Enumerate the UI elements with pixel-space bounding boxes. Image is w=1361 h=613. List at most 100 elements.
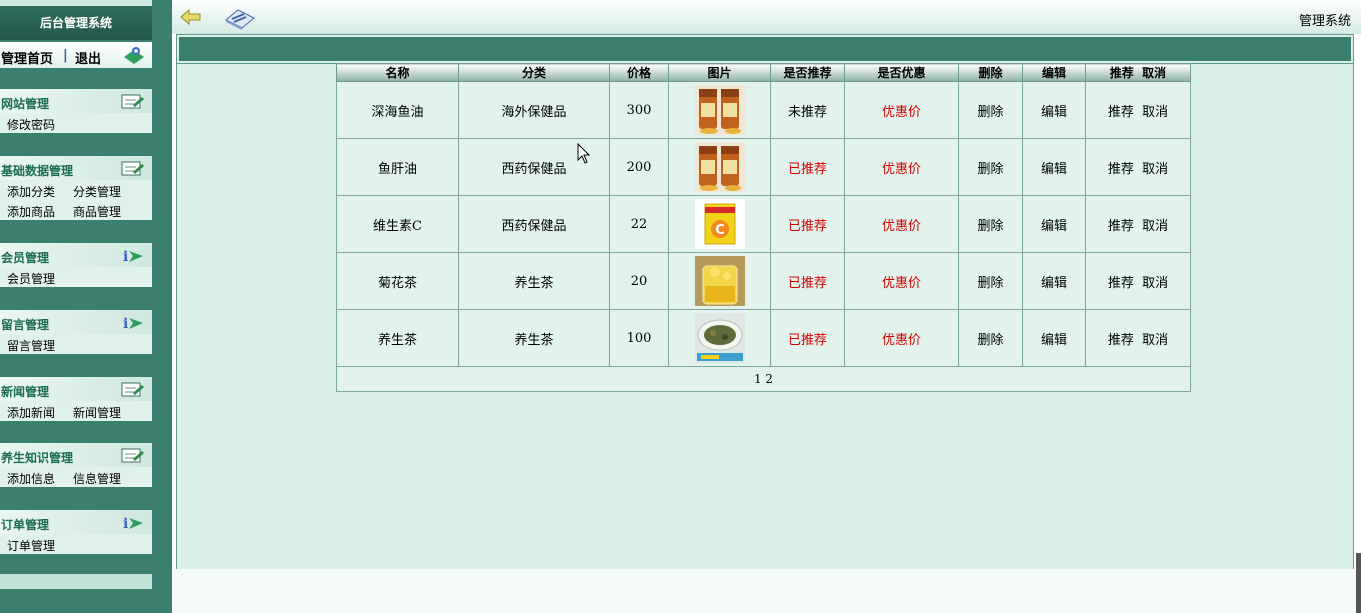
book-pencil-icon[interactable] (224, 6, 256, 30)
cell-discount: 优惠价 (844, 195, 959, 253)
cancel-link[interactable]: 取消 (1142, 219, 1168, 234)
scrollbar-thumb[interactable] (1356, 553, 1361, 613)
menu-item-add-info[interactable]: 添加信息 (7, 470, 55, 487)
cell-image: C (668, 195, 771, 253)
top-bar: 管理系统 (172, 0, 1361, 34)
cell-actions: 推荐 取消 (1085, 138, 1191, 196)
product-table: 名称 分类 价格 图片 是否推荐 是否优惠 删除 编辑 推荐 取消 深海鱼油 海… (336, 63, 1191, 392)
cancel-link[interactable]: 取消 (1142, 333, 1168, 348)
header-category: 分类 (458, 63, 610, 82)
menu-header-health-knowledge[interactable]: 养生知识管理 (0, 443, 152, 467)
delete-link[interactable]: 删除 (958, 309, 1023, 367)
system-title-bar: 后台管理系统 (0, 0, 152, 40)
system-title: 后台管理系统 (39, 16, 112, 30)
svg-text:C: C (715, 223, 725, 238)
header-recommended: 是否推荐 (770, 63, 845, 82)
pagination[interactable]: 1 2 (336, 366, 1191, 392)
cell-price: 20 (609, 252, 669, 310)
cancel-link[interactable]: 取消 (1142, 162, 1168, 177)
menu-item-news-management[interactable]: 新闻管理 (73, 404, 121, 421)
header-recommend-cancel: 推荐 取消 (1085, 63, 1191, 82)
cell-price: 200 (609, 138, 669, 196)
menu-item-category-management[interactable]: 分类管理 (73, 183, 121, 200)
recommend-link[interactable]: 推荐 (1108, 219, 1134, 234)
sidebar: 后台管理系统 管理首页 | 退出 网站管理 修改密码 基础数据管理 添加分类 分… (0, 0, 172, 613)
calendar-note-icon (121, 94, 144, 109)
content-header-bar (179, 37, 1351, 61)
cell-price: 100 (609, 309, 669, 367)
cell-actions: 推荐 取消 (1085, 309, 1191, 367)
vitamin-c-box-image: C (694, 199, 745, 249)
calendar-note-icon (121, 382, 144, 397)
cell-image (668, 138, 771, 196)
menu-title-basic-data: 基础数据管理 (1, 164, 74, 178)
cell-name: 深海鱼油 (336, 81, 459, 139)
menu-item-product-management[interactable]: 商品管理 (73, 203, 121, 220)
edit-link[interactable]: 编辑 (1022, 138, 1086, 196)
delete-link[interactable]: 删除 (958, 81, 1023, 139)
pager-row: 1 2 (336, 366, 1191, 392)
logout-link[interactable]: 退出 (75, 48, 101, 67)
cell-discount: 优惠价 (844, 138, 959, 196)
cell-image (668, 252, 771, 310)
fish-oil-bottles-image (694, 142, 745, 192)
sidebar-footer-bar (0, 574, 152, 589)
menu-title-messages: 留言管理 (1, 318, 50, 332)
cell-category: 西药保健品 (458, 195, 610, 253)
cancel-link[interactable]: 取消 (1142, 105, 1168, 120)
cell-discount: 优惠价 (844, 309, 959, 367)
chrysanthemum-tea-image (694, 256, 745, 306)
recommend-link[interactable]: 推荐 (1108, 162, 1134, 177)
fish-oil-bottles-image (694, 85, 745, 135)
header-recommend: 推荐 (1109, 66, 1134, 80)
menu-header-messages[interactable]: 留言管理 i (0, 310, 152, 334)
cell-actions: 推荐 取消 (1085, 195, 1191, 253)
edit-link[interactable]: 编辑 (1022, 195, 1086, 253)
delete-link[interactable]: 删除 (958, 252, 1023, 310)
menu-title-news: 新闻管理 (1, 385, 50, 399)
header-price: 价格 (609, 63, 669, 82)
delete-link[interactable]: 删除 (958, 195, 1023, 253)
menu-item-add-news[interactable]: 添加新闻 (7, 404, 55, 421)
back-arrow-icon[interactable] (180, 9, 202, 25)
cell-discount: 优惠价 (844, 252, 959, 310)
menu-item-info-management[interactable]: 信息管理 (73, 470, 121, 487)
menu-title-members: 会员管理 (1, 251, 50, 265)
menu-header-orders[interactable]: 订单管理 i (0, 510, 152, 534)
menu-item-add-category[interactable]: 添加分类 (7, 183, 55, 200)
recommend-link[interactable]: 推荐 (1108, 105, 1134, 120)
recommend-link[interactable]: 推荐 (1108, 333, 1134, 348)
menu-item-order-management[interactable]: 订单管理 (7, 537, 55, 554)
menu-header-members[interactable]: 会员管理 i (0, 243, 152, 267)
info-arrow-icon: i (123, 249, 143, 264)
menu-item-change-password[interactable]: 修改密码 (7, 116, 55, 133)
menu-header-site[interactable]: 网站管理 (0, 89, 152, 113)
admin-home-link[interactable]: 管理首页 (1, 48, 53, 67)
calendar-note-icon (121, 161, 144, 176)
recommend-link[interactable]: 推荐 (1108, 276, 1134, 291)
menu-header-news[interactable]: 新闻管理 (0, 377, 152, 401)
mouse-cursor-icon (577, 143, 591, 164)
menu-header-basic-data[interactable]: 基础数据管理 (0, 156, 152, 180)
menu-item-message-management[interactable]: 留言管理 (7, 337, 55, 354)
header-edit: 编辑 (1022, 63, 1086, 82)
cell-name: 养生茶 (336, 309, 459, 367)
table-row: 维生素C 西药保健品 22 C 已推荐 优惠价 删除 编辑 推荐 取消 (336, 195, 1191, 253)
svg-text:i: i (123, 316, 128, 331)
menu-site: 网站管理 修改密码 (0, 89, 152, 133)
cell-name: 菊花茶 (336, 252, 459, 310)
header-discount: 是否优惠 (844, 63, 959, 82)
menu-health-knowledge: 养生知识管理 添加信息 信息管理 (0, 443, 152, 487)
delete-link[interactable]: 删除 (958, 138, 1023, 196)
menu-item-add-product[interactable]: 添加商品 (7, 203, 55, 220)
header-cancel: 取消 (1142, 66, 1167, 80)
edit-link[interactable]: 编辑 (1022, 309, 1086, 367)
cancel-link[interactable]: 取消 (1142, 276, 1168, 291)
edit-link[interactable]: 编辑 (1022, 252, 1086, 310)
info-arrow-icon: i (123, 316, 143, 331)
cell-recommended: 已推荐 (770, 309, 845, 367)
menu-item-member-management[interactable]: 会员管理 (7, 270, 55, 287)
cell-image (668, 81, 771, 139)
edit-link[interactable]: 编辑 (1022, 81, 1086, 139)
quick-link-separator: | (63, 48, 68, 63)
